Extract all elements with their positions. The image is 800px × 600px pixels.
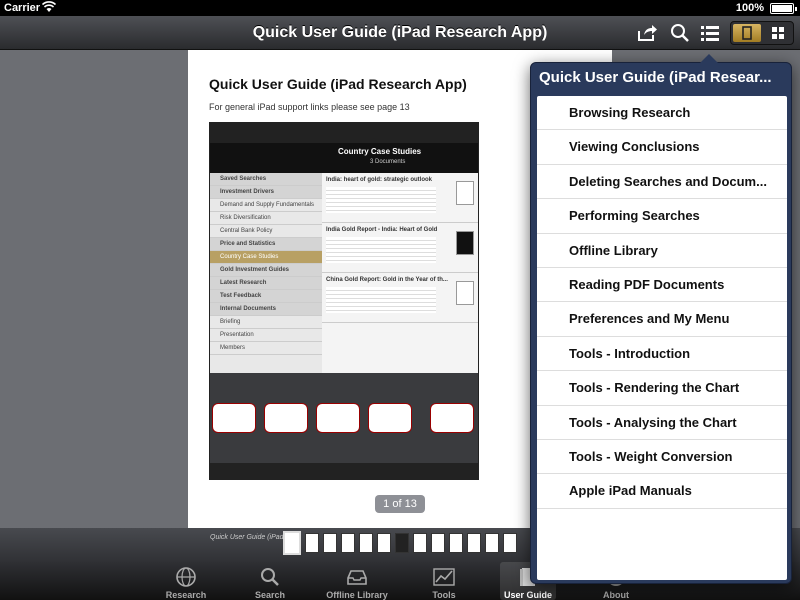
embedded-sidebar-item: Investment Drivers [210, 186, 322, 199]
embedded-sidebar-item: Central Bank Policy [210, 225, 322, 238]
toc-list: Browsing Research Viewing Conclusions De… [537, 96, 787, 580]
embedded-tabbar [210, 463, 478, 479]
page-thumbnail[interactable] [323, 533, 337, 553]
page-thumbnail[interactable] [503, 533, 517, 553]
download-icon [456, 181, 474, 205]
search-icon [259, 566, 281, 588]
embedded-sidebar-item: Country Case Studies [210, 251, 322, 264]
embedded-sidebar-item: Price and Statistics [210, 238, 322, 251]
battery-icon [770, 3, 797, 14]
tab-label: About [603, 590, 629, 600]
embedded-header-title: Country Case Studies [338, 147, 422, 156]
embedded-item-title: India: heart of gold: strategic outlook [326, 177, 433, 183]
embedded-sidebar-item: Demand and Supply Fundamentals [210, 199, 322, 212]
page-thumbnail[interactable] [485, 533, 499, 553]
tab-label: Tools [432, 590, 456, 600]
grid-view-button[interactable] [764, 24, 792, 42]
toc-item[interactable]: Browsing Research [537, 96, 787, 131]
page-thumbnail[interactable] [305, 533, 319, 553]
embedded-sidebar-item: Members [210, 342, 322, 355]
toc-item[interactable]: Reading PDF Documents [537, 268, 787, 303]
embedded-list-item: India: heart of gold: strategic outlook [322, 173, 478, 223]
page-thumbnail[interactable] [467, 533, 481, 553]
toc-item[interactable]: Deleting Searches and Docum... [537, 165, 787, 200]
globe-icon [175, 566, 197, 588]
document-title: Quick User Guide (iPad Research App) [209, 76, 467, 92]
document-subtitle: For general iPad support links please se… [209, 102, 410, 112]
document-thumbnail-icon [456, 231, 474, 255]
toc-item[interactable]: Viewing Conclusions [537, 130, 787, 165]
tab-label: User Guide [503, 590, 552, 600]
view-mode-segmented-control [730, 21, 794, 45]
page-thumbnail[interactable] [449, 533, 463, 553]
tab-research[interactable]: Research [160, 562, 212, 600]
toc-item[interactable]: Tools - Introduction [537, 337, 787, 372]
embedded-sidebar-item: Internal Documents [210, 303, 322, 316]
page-thumbnail[interactable] [359, 533, 373, 553]
embedded-sidebar: Saved Searches Investment Drivers Demand… [210, 173, 322, 373]
embedded-sidebar-item: Presentation [210, 329, 322, 342]
table-of-contents-popover: Quick User Guide (iPad Resear... Browsin… [530, 54, 792, 584]
battery-percent: 100% [735, 2, 764, 14]
share-icon[interactable] [636, 22, 658, 44]
left-background [0, 50, 188, 528]
tab-search[interactable]: Search [248, 562, 292, 600]
toc-item[interactable]: Apple iPad Manuals [537, 474, 787, 509]
toc-item[interactable]: Offline Library [537, 234, 787, 268]
page-thumbnail[interactable] [283, 531, 301, 555]
toc-item[interactable]: Tools - Analysing the Chart [537, 406, 787, 440]
embedded-sidebar-item: Briefing [210, 316, 322, 329]
toc-item[interactable]: Tools - Weight Conversion [537, 440, 787, 475]
embedded-header-subtitle: 3 Documents [370, 159, 406, 165]
page-title: Quick User Guide (iPad Research App) [252, 24, 548, 41]
embedded-list-item: India Gold Report - India: Heart of Gold [322, 223, 478, 273]
chart-icon [433, 566, 455, 588]
tab-label: Research [165, 590, 207, 600]
page-thumbnail[interactable] [341, 533, 355, 553]
list-icon[interactable] [699, 22, 721, 44]
embedded-sidebar-item: Test Feedback [210, 290, 322, 303]
carrier-label: Carrier [4, 2, 41, 14]
toc-item[interactable]: Tools - Rendering the Chart [537, 371, 787, 406]
status-bar: Carrier 100% [0, 0, 800, 16]
toc-item[interactable]: Preferences and My Menu [537, 302, 787, 337]
embedded-sidebar-item: Risk Diversification [210, 212, 322, 225]
embedded-callouts [210, 403, 478, 443]
tab-tools[interactable]: Tools [424, 562, 464, 600]
popover-arrow [700, 54, 718, 63]
tab-label: Offline Library [326, 590, 388, 600]
page-thumbnail[interactable] [395, 533, 409, 553]
embedded-sidebar-item: Latest Research [210, 277, 322, 290]
wifi-icon [41, 1, 57, 16]
embedded-screenshot: Country Case Studies 3 Documents Saved S… [209, 122, 479, 480]
page-thumbnail[interactable] [377, 533, 391, 553]
tab-label: Search [254, 590, 286, 600]
download-icon [456, 281, 474, 305]
embedded-list-item: China Gold Report: Gold in the Year of t… [322, 273, 478, 323]
embedded-header: Country Case Studies 3 Documents [210, 143, 478, 173]
embedded-document-list: India: heart of gold: strategic outlook … [322, 173, 478, 373]
popover-title: Quick User Guide (iPad Resear... [539, 69, 772, 86]
toc-item[interactable]: Performing Searches [537, 199, 787, 234]
page-thumbnail[interactable] [431, 533, 445, 553]
search-icon[interactable] [669, 22, 691, 44]
embedded-sidebar-item: Saved Searches [210, 173, 322, 186]
tray-icon [346, 566, 368, 588]
embedded-sidebar-item: Gold Investment Guides [210, 264, 322, 277]
page-indicator: 1 of 13 [375, 495, 425, 513]
single-page-view-button[interactable] [733, 24, 761, 42]
embedded-item-title: India Gold Report - India: Heart of Gold [326, 227, 438, 233]
embedded-toolbar [210, 123, 478, 143]
nav-bar: Quick User Guide (iPad Research App) [0, 16, 800, 50]
embedded-item-title: China Gold Report: Gold in the Year of t… [326, 277, 448, 283]
tab-offline-library[interactable]: Offline Library [326, 562, 388, 600]
page-thumbnail[interactable] [413, 533, 427, 553]
